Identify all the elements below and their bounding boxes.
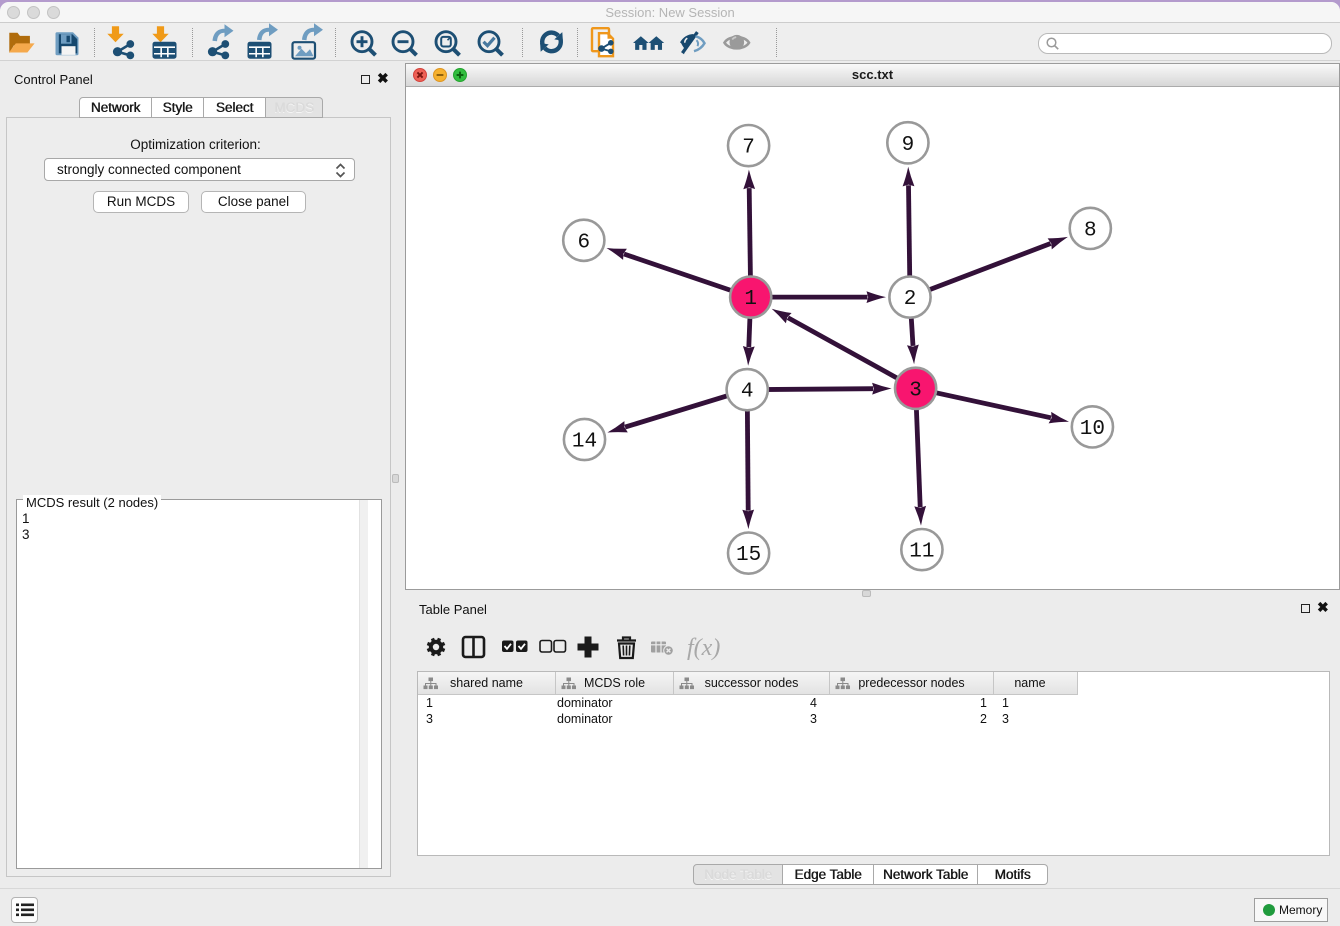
svg-text:3: 3 xyxy=(909,379,922,402)
svg-text:4: 4 xyxy=(741,381,754,404)
svg-text:8: 8 xyxy=(1084,219,1097,242)
svg-text:9: 9 xyxy=(902,134,915,157)
svg-text:11: 11 xyxy=(909,541,934,564)
svg-text:f(x): f(x) xyxy=(687,635,720,661)
svg-text:2: 2 xyxy=(904,288,917,311)
svg-text:7: 7 xyxy=(742,137,755,160)
svg-text:1: 1 xyxy=(744,288,757,311)
svg-text:15: 15 xyxy=(736,544,761,567)
svg-text:6: 6 xyxy=(577,231,590,254)
svg-text:14: 14 xyxy=(572,431,597,454)
svg-text:10: 10 xyxy=(1080,418,1105,441)
